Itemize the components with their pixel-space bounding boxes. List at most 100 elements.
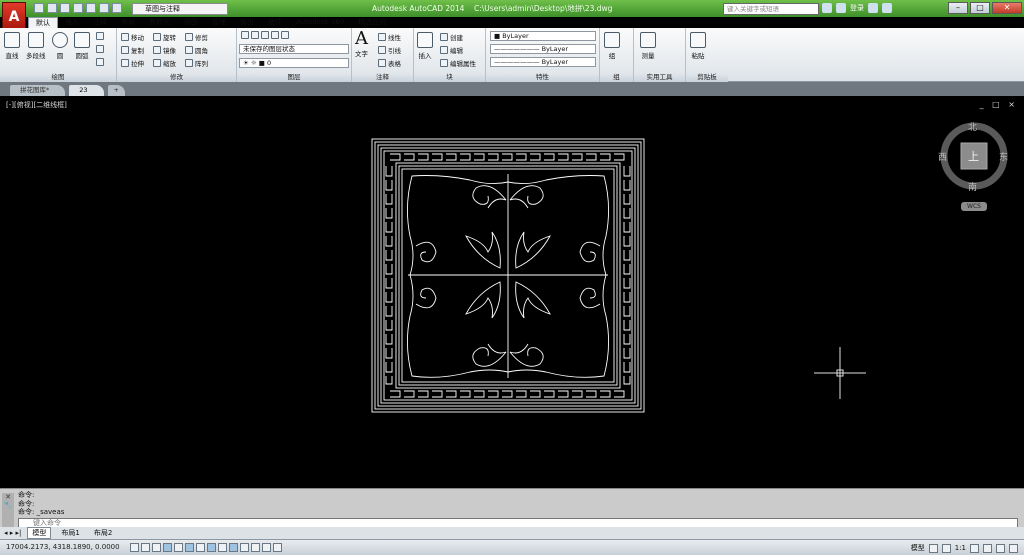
- layer-select[interactable]: ☀ ☼ ■ 0: [239, 58, 349, 68]
- draw-panel-title[interactable]: 绘图: [0, 73, 116, 82]
- copy-button[interactable]: 复制: [121, 45, 144, 55]
- line-button[interactable]: 直线: [4, 32, 20, 60]
- linear-dim-button[interactable]: 线性: [378, 32, 401, 42]
- mirror-button[interactable]: 镜像: [153, 45, 176, 55]
- model-space-button[interactable]: 模型: [911, 543, 925, 553]
- tab-output[interactable]: 输出: [233, 17, 261, 28]
- scale-button[interactable]: 缩放: [153, 58, 176, 68]
- open-icon[interactable]: [47, 3, 57, 13]
- saveas-icon[interactable]: [73, 3, 83, 13]
- circle-button[interactable]: 圆: [52, 32, 68, 60]
- layout-nav-icon[interactable]: ◂ ▸ ▸|: [4, 529, 21, 537]
- array-button[interactable]: 阵列: [185, 58, 208, 68]
- text-button[interactable]: A 文字: [355, 30, 368, 59]
- model-tab[interactable]: 模型: [27, 527, 52, 539]
- lineweight-icon[interactable]: [240, 543, 249, 552]
- compass-north[interactable]: 北: [968, 120, 977, 133]
- fillet-button[interactable]: 圆角: [185, 45, 208, 55]
- search-input[interactable]: 键入关键字或短语: [723, 3, 819, 15]
- table-button[interactable]: 表格: [378, 58, 401, 68]
- annotation-visibility-icon[interactable]: [941, 543, 951, 553]
- snap-icon[interactable]: [141, 543, 150, 552]
- undo-icon[interactable]: [99, 3, 109, 13]
- tab-annotate[interactable]: 注释: [86, 17, 114, 28]
- drawing-canvas[interactable]: [0, 96, 1024, 488]
- color-select[interactable]: ■ ByLayer: [490, 31, 596, 41]
- new-file-tab-button[interactable]: +: [107, 85, 125, 96]
- new-icon[interactable]: [34, 3, 44, 13]
- viewcube-top-label[interactable]: 上: [968, 148, 979, 164]
- transparency-icon[interactable]: [251, 543, 260, 552]
- plot-icon[interactable]: [86, 3, 96, 13]
- properties-panel-title[interactable]: 特性: [486, 73, 599, 82]
- insert-block-button[interactable]: 插入: [417, 32, 433, 60]
- layout2-tab[interactable]: 布局2: [90, 528, 116, 538]
- trim-button[interactable]: 修剪: [185, 32, 208, 42]
- clean-screen-icon[interactable]: [1009, 543, 1018, 553]
- tab-plugins[interactable]: 插件: [261, 17, 289, 28]
- tab-default[interactable]: 默认: [28, 17, 58, 28]
- user-icon[interactable]: [836, 3, 846, 13]
- polar-icon[interactable]: [174, 543, 183, 552]
- grid-icon[interactable]: [152, 543, 161, 552]
- layer-freeze-icon[interactable]: [271, 31, 279, 39]
- group-button[interactable]: 组: [604, 32, 620, 60]
- linetype-select[interactable]: ——————— ByLayer: [490, 44, 596, 54]
- redo-icon[interactable]: [112, 3, 122, 13]
- annotation-panel-title[interactable]: 注释: [352, 73, 413, 82]
- workspace-select[interactable]: 草图与注释: [132, 3, 228, 15]
- tab-view[interactable]: 视图: [177, 17, 205, 28]
- tab-parametric[interactable]: 参数化: [142, 17, 177, 28]
- command-window-handle[interactable]: ✕ 🔧: [2, 493, 14, 527]
- lineweight-select[interactable]: ——————— ByLayer: [490, 57, 596, 67]
- layout1-tab[interactable]: 布局1: [57, 528, 83, 538]
- ellipse-button[interactable]: [96, 45, 104, 53]
- 3dosnap-icon[interactable]: [196, 543, 205, 552]
- compass-east[interactable]: 东: [999, 150, 1008, 163]
- layer-properties-icon[interactable]: [241, 31, 249, 39]
- file-tab-library[interactable]: 拼花图库*: [10, 85, 66, 96]
- leader-button[interactable]: 引线: [378, 45, 401, 55]
- layer-state-select[interactable]: 未保存的图层状态: [239, 44, 349, 54]
- utilities-panel-title[interactable]: 实用工具: [634, 73, 685, 82]
- layers-panel-title[interactable]: 图层: [237, 73, 351, 82]
- layer-lock-icon[interactable]: [281, 31, 289, 39]
- layout-icon[interactable]: [928, 543, 938, 553]
- maximize-button[interactable]: □: [970, 2, 990, 14]
- osnap-icon[interactable]: [185, 543, 194, 552]
- block-panel-title[interactable]: 块: [414, 73, 485, 82]
- layer-isolate-icon[interactable]: [261, 31, 269, 39]
- quick-properties-icon[interactable]: [262, 543, 271, 552]
- isolate-objects-icon[interactable]: [996, 543, 1005, 553]
- arc-button[interactable]: 圆弧: [74, 32, 90, 60]
- drawing-viewport[interactable]: [-][俯视][二维线框] _ □ × 北 南 东 西 上 WCS: [0, 96, 1024, 488]
- tab-autodesk360[interactable]: Autodesk 360: [289, 17, 351, 28]
- tab-featured-apps[interactable]: 精选应用: [351, 17, 393, 28]
- coordinates-display[interactable]: 17004.2173, 4318.1890, 0.0000: [6, 543, 120, 551]
- exchange-icon[interactable]: [868, 3, 878, 13]
- otrack-icon[interactable]: [207, 543, 216, 552]
- tab-insert[interactable]: 插入: [58, 17, 86, 28]
- wcs-menu[interactable]: WCS: [961, 202, 987, 211]
- polyline-button[interactable]: 多段线: [26, 32, 46, 60]
- tab-layout[interactable]: 布局: [114, 17, 142, 28]
- close-button[interactable]: ✕: [992, 2, 1022, 14]
- paste-button[interactable]: 粘贴: [690, 32, 706, 60]
- stretch-button[interactable]: 拉伸: [121, 58, 144, 68]
- edit-attributes-button[interactable]: 编辑属性: [440, 58, 476, 68]
- workspace-icon[interactable]: [970, 543, 979, 553]
- save-icon[interactable]: [60, 3, 70, 13]
- search-icon[interactable]: [822, 3, 832, 13]
- minimize-button[interactable]: –: [948, 2, 968, 14]
- annotation-scale-button[interactable]: 1:1: [955, 544, 966, 552]
- dyn-icon[interactable]: [229, 543, 238, 552]
- ducs-icon[interactable]: [218, 543, 227, 552]
- file-tab-23[interactable]: 23: [69, 85, 104, 96]
- lock-icon[interactable]: [983, 543, 992, 553]
- edit-block-button[interactable]: 编辑: [440, 45, 463, 55]
- tab-manage[interactable]: 管理: [205, 17, 233, 28]
- rectangle-button[interactable]: [96, 32, 104, 40]
- layer-off-icon[interactable]: [251, 31, 259, 39]
- create-block-button[interactable]: 创建: [440, 32, 463, 42]
- login-button[interactable]: 登录: [850, 3, 864, 13]
